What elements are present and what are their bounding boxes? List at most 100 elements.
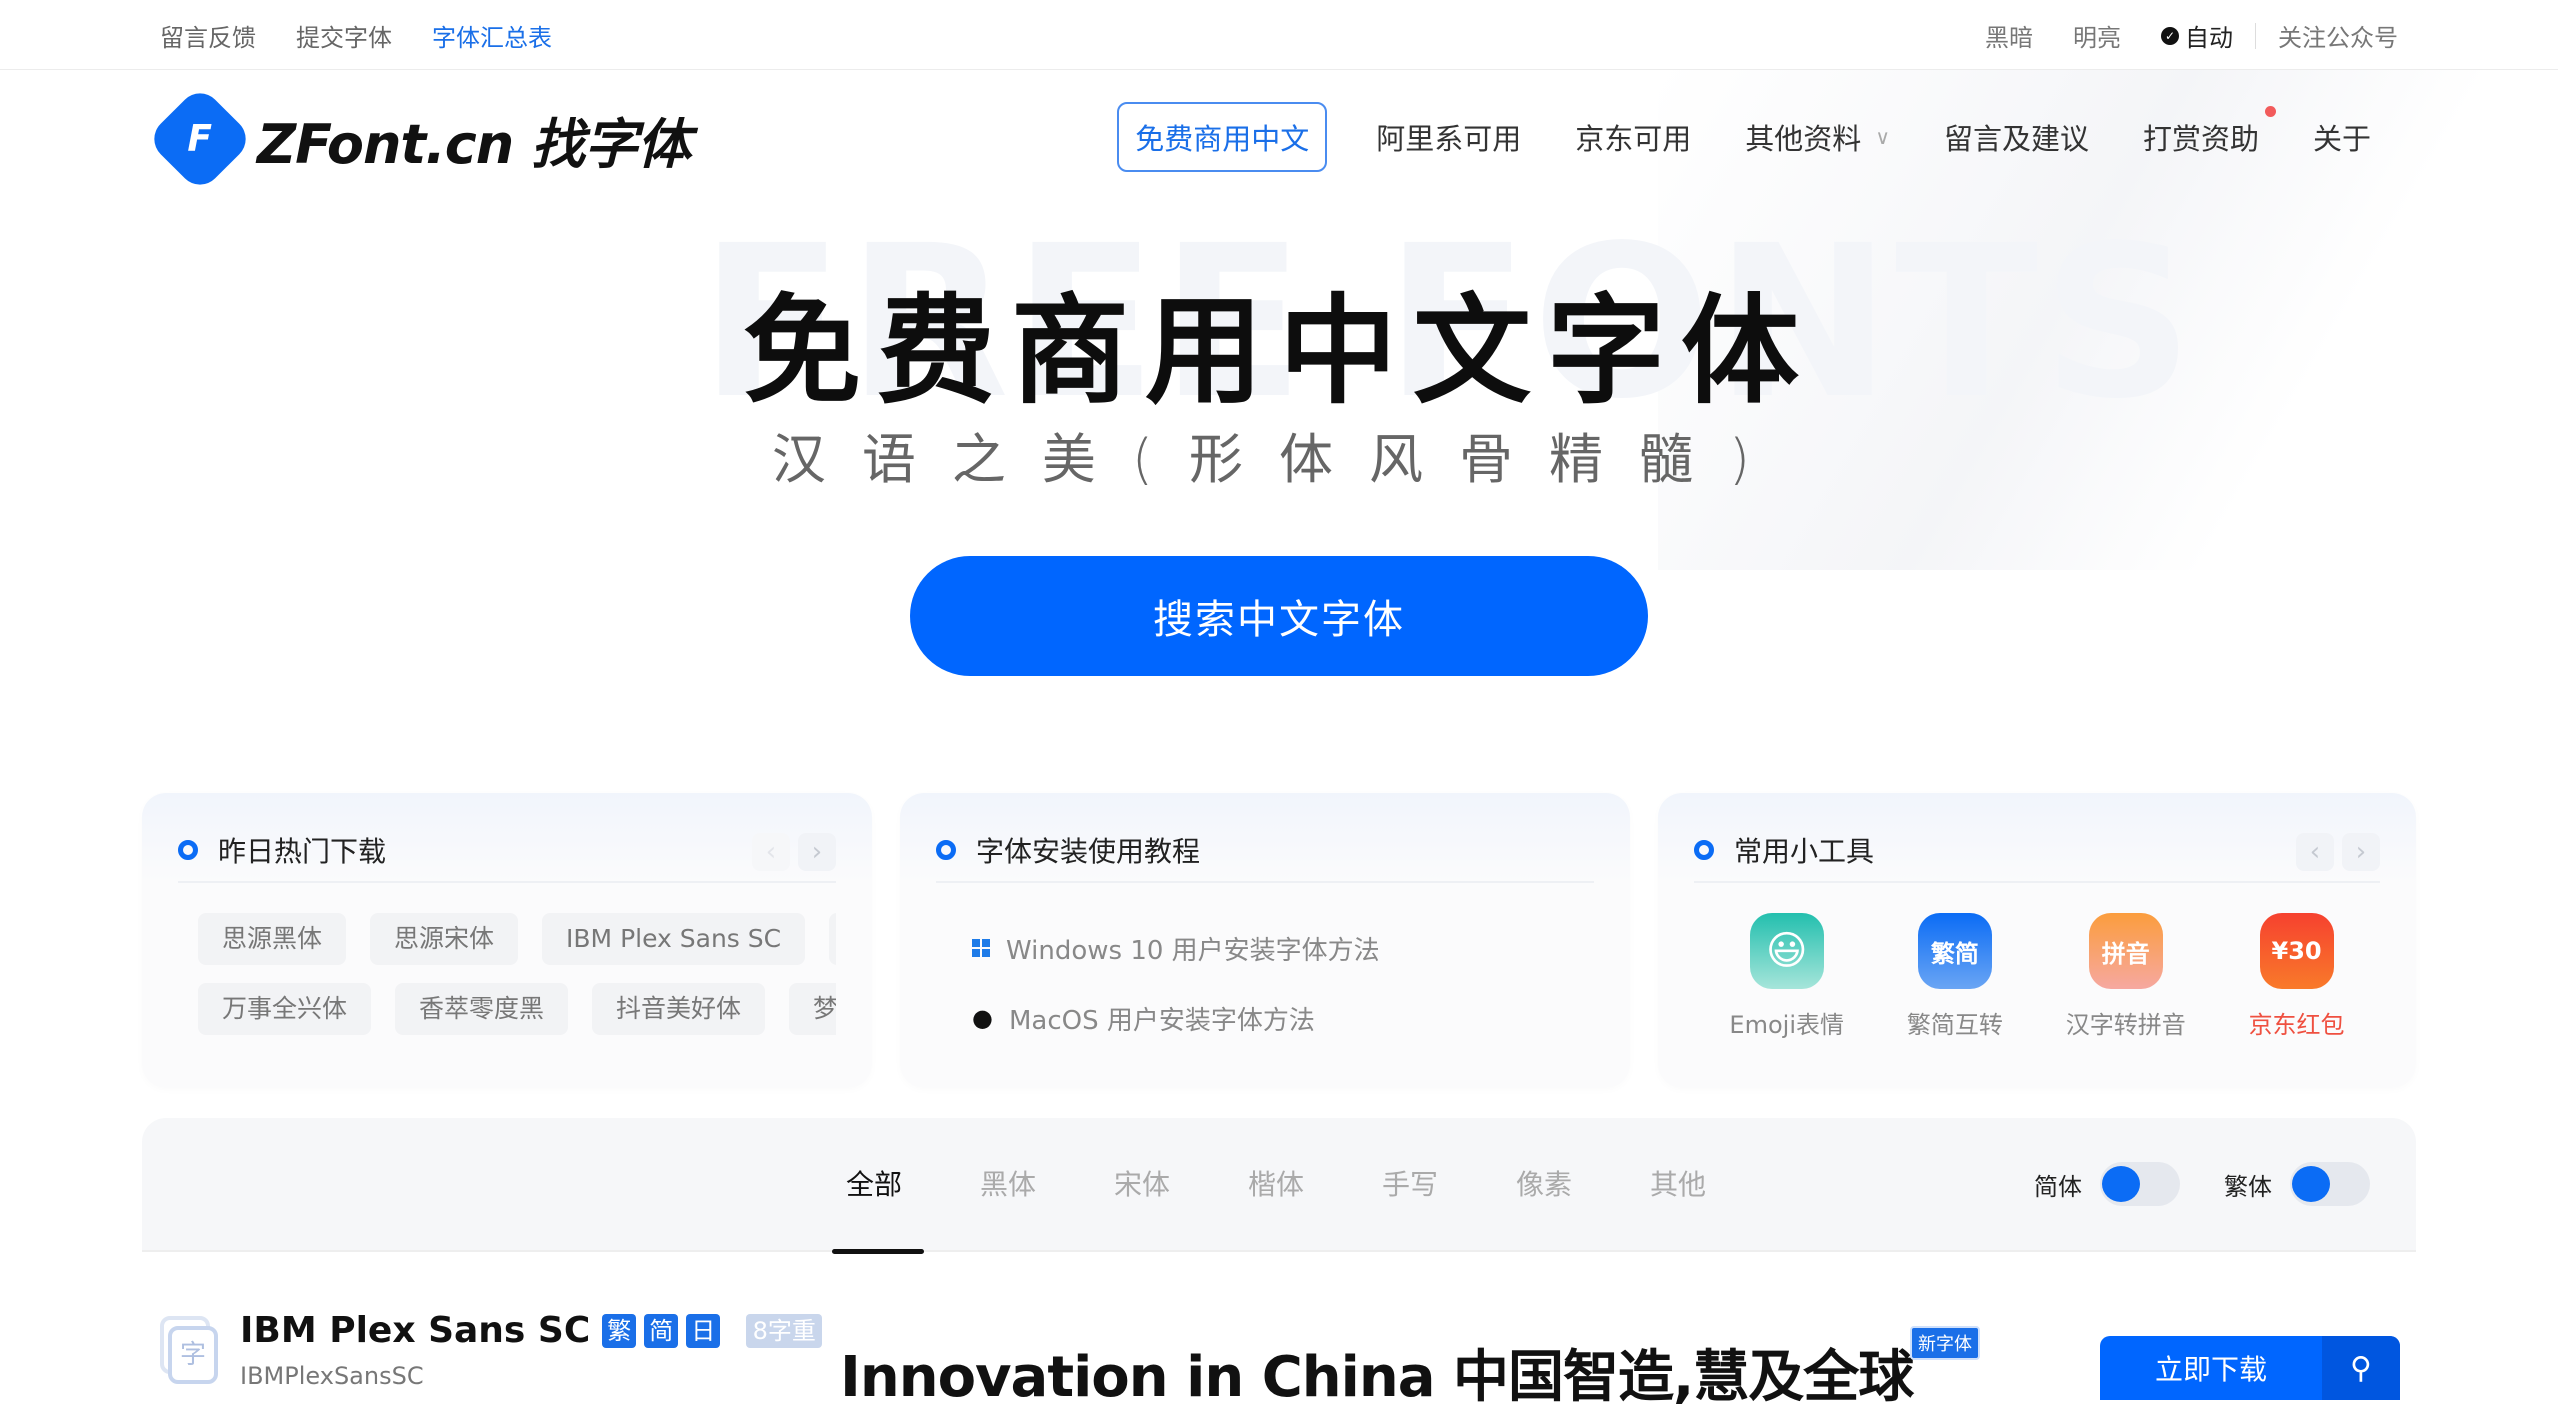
tool-label: 京东红包 bbox=[2248, 1011, 2345, 1039]
badge-traditional: 繁 bbox=[602, 1313, 637, 1348]
nav-donate[interactable]: 打赏资助 bbox=[2116, 104, 2286, 170]
chevron-left-icon[interactable]: ‹ bbox=[2296, 833, 2334, 871]
font-title: IBM Plex Sans SC 繁 简 日 8字重 bbox=[240, 1310, 823, 1351]
theme-switcher: 黑暗 明亮 ✓ 自动 关注公众号 bbox=[1985, 18, 2398, 53]
card-title: 字体安装使用教程 bbox=[976, 835, 1201, 868]
toggle-switch[interactable] bbox=[2290, 1162, 2370, 1206]
tool-jd-redpacket[interactable]: ¥30 京东红包 bbox=[2249, 913, 2345, 1040]
nav-suggestions[interactable]: 留言及建议 bbox=[1917, 104, 2116, 170]
nav-free-commercial[interactable]: 免费商用中文 bbox=[1117, 102, 1328, 172]
nav-donate-label: 打赏资助 bbox=[2142, 122, 2259, 156]
font-name[interactable]: IBM Plex Sans SC bbox=[240, 1310, 590, 1351]
font-chip[interactable]: 抖音美好体 bbox=[592, 983, 766, 1035]
pinyin-icon: 拼音 bbox=[2088, 913, 2163, 989]
check-icon: ✓ bbox=[2161, 26, 2179, 45]
apple-icon: ● bbox=[972, 1004, 993, 1032]
tool-convert[interactable]: 繁简 繁简互转 bbox=[1907, 913, 2003, 1040]
tab-pixel[interactable]: 像素 bbox=[1477, 1118, 1611, 1252]
tab-heiti[interactable]: 黑体 bbox=[941, 1118, 1075, 1252]
tutorial-list: Windows 10 用户安装字体方法 ● MacOS 用户安装字体方法 bbox=[972, 913, 1380, 1053]
tab-songti[interactable]: 宋体 bbox=[1075, 1118, 1209, 1252]
weights-badge: 8字重 bbox=[746, 1313, 823, 1348]
windows-icon bbox=[972, 939, 990, 957]
filter-bar: 全部 黑体 宋体 楷体 手写 像素 其他 简体 繁体 bbox=[142, 1118, 2416, 1254]
chevron-down-icon: ∨ bbox=[1875, 125, 1890, 149]
font-list-item: 字 IBM Plex Sans SC 繁 简 日 8字重 IBMPlexSans… bbox=[160, 1310, 2400, 1410]
nav-other-resources[interactable]: 其他资料 ∨ bbox=[1718, 104, 1917, 170]
font-chip[interactable]: IBM Plex Sans SC bbox=[542, 913, 806, 965]
font-id: IBMPlexSansSC bbox=[240, 1362, 424, 1390]
toggle-switch[interactable] bbox=[2100, 1162, 2180, 1206]
red-packet-icon: ¥30 bbox=[2259, 913, 2334, 989]
font-file-icon: 字 bbox=[160, 1316, 220, 1386]
tutorial-label: MacOS 用户安装字体方法 bbox=[1008, 1005, 1315, 1036]
category-tabs: 全部 黑体 宋体 楷体 手写 像素 其他 bbox=[807, 1118, 1745, 1254]
font-summary-link[interactable]: 字体汇总表 bbox=[432, 18, 552, 53]
script-toggles: 简体 繁体 bbox=[2034, 1162, 2370, 1206]
tab-kaiti[interactable]: 楷体 bbox=[1209, 1118, 1343, 1252]
tool-label: Emoji表情 bbox=[1729, 1011, 1844, 1039]
notification-dot bbox=[2264, 106, 2276, 117]
font-chip[interactable]: 思源宋体 bbox=[370, 913, 519, 965]
badge-simplified: 简 bbox=[644, 1313, 679, 1348]
tools-list: 😃 Emoji表情 繁简 繁简互转 拼音 汉字转拼音 ¥30 京东红包 bbox=[1698, 913, 2376, 1040]
tab-other[interactable]: 其他 bbox=[1611, 1118, 1745, 1252]
ring-icon bbox=[936, 840, 956, 860]
tutorial-card: 字体安装使用教程 Windows 10 用户安装字体方法 ● MacOS 用户安… bbox=[900, 793, 1630, 1088]
tutorial-label: Windows 10 用户安装字体方法 bbox=[1006, 935, 1380, 966]
tutorial-macos[interactable]: ● MacOS 用户安装字体方法 bbox=[972, 983, 1380, 1053]
toggle-label: 繁体 bbox=[2224, 1172, 2272, 1201]
divider bbox=[2255, 22, 2256, 49]
font-chip[interactable]: 思源黑体 bbox=[198, 913, 347, 965]
site-logo[interactable]: F ZFont.cn 找字体 bbox=[145, 84, 691, 194]
feedback-link[interactable]: 留言反馈 bbox=[160, 18, 256, 53]
font-preview: Innovation in China 中国智造,慧及全球 bbox=[840, 1345, 1914, 1410]
follow-wechat-link[interactable]: 关注公众号 bbox=[2278, 18, 2398, 53]
card-header: 昨日热门下载 ‹ › bbox=[178, 819, 836, 883]
tab-handwriting[interactable]: 手写 bbox=[1343, 1118, 1477, 1252]
theme-light[interactable]: 明亮 bbox=[2073, 18, 2121, 53]
top-links: 留言反馈 提交字体 字体汇总表 bbox=[160, 18, 552, 53]
nav-alibaba[interactable]: 阿里系可用 bbox=[1349, 104, 1548, 170]
font-chip[interactable]: 香萃零度黑 bbox=[395, 983, 569, 1035]
logo-text: ZFont.cn 找字体 bbox=[257, 112, 691, 176]
theme-dark[interactable]: 黑暗 bbox=[1985, 18, 2033, 53]
submit-font-link[interactable]: 提交字体 bbox=[296, 18, 392, 53]
logo-icon: F bbox=[145, 84, 255, 194]
card-title: 常用小工具 bbox=[1734, 835, 1875, 868]
card-title: 昨日热门下载 bbox=[218, 835, 387, 868]
search-icon[interactable]: ⚲ bbox=[2322, 1336, 2400, 1400]
ring-icon bbox=[1694, 840, 1714, 860]
tool-label: 繁简互转 bbox=[1906, 1011, 2003, 1039]
hero-title: 免费商用中文字体 bbox=[742, 282, 1815, 420]
traditional-simplified-icon: 繁简 bbox=[1917, 913, 1992, 989]
tutorial-windows[interactable]: Windows 10 用户安装字体方法 bbox=[972, 913, 1380, 983]
chevron-right-icon[interactable]: › bbox=[798, 833, 836, 871]
toggle-label: 简体 bbox=[2034, 1172, 2082, 1201]
font-chip[interactable]: 梦 bbox=[789, 983, 836, 1035]
nav-jd[interactable]: 京东可用 bbox=[1548, 104, 1718, 170]
simplified-toggle[interactable]: 简体 bbox=[2034, 1162, 2180, 1206]
nav-about[interactable]: 关于 bbox=[2286, 104, 2398, 170]
hot-font-chips: 思源黑体 思源宋体 IBM Plex Sans SC 阿 万事全兴体 香萃零度黑… bbox=[198, 913, 836, 1073]
carousel-arrows: ‹ › bbox=[752, 833, 836, 871]
tool-pinyin[interactable]: 拼音 汉字转拼音 bbox=[2066, 913, 2186, 1040]
hero-subtitle: 汉语之美(形体风骨精髓) bbox=[771, 428, 1787, 491]
tools-card: 常用小工具 ‹ › 😃 Emoji表情 繁简 繁简互转 拼音 汉字转拼音 ¥30… bbox=[1658, 793, 2416, 1088]
carousel-arrows: ‹ › bbox=[2296, 833, 2380, 871]
traditional-toggle[interactable]: 繁体 bbox=[2224, 1162, 2370, 1206]
theme-auto[interactable]: ✓ 自动 bbox=[2161, 18, 2233, 53]
card-header: 字体安装使用教程 bbox=[936, 819, 1594, 883]
download-button[interactable]: 立即下载 bbox=[2100, 1336, 2322, 1400]
font-chip[interactable]: 阿 bbox=[829, 913, 836, 965]
ring-icon bbox=[178, 840, 198, 860]
search-fonts-button[interactable]: 搜索中文字体 bbox=[910, 556, 1648, 676]
chevron-left-icon[interactable]: ‹ bbox=[752, 833, 790, 871]
hot-downloads-card: 昨日热门下载 ‹ › 思源黑体 思源宋体 IBM Plex Sans SC 阿 … bbox=[142, 793, 872, 1088]
tab-all[interactable]: 全部 bbox=[807, 1118, 941, 1254]
nav-other-label: 其他资料 bbox=[1745, 122, 1862, 156]
font-chip[interactable]: 万事全兴体 bbox=[198, 983, 372, 1035]
chevron-right-icon[interactable]: › bbox=[2342, 833, 2380, 871]
tool-emoji[interactable]: 😃 Emoji表情 bbox=[1729, 913, 1844, 1040]
theme-auto-label: 自动 bbox=[2185, 24, 2233, 52]
